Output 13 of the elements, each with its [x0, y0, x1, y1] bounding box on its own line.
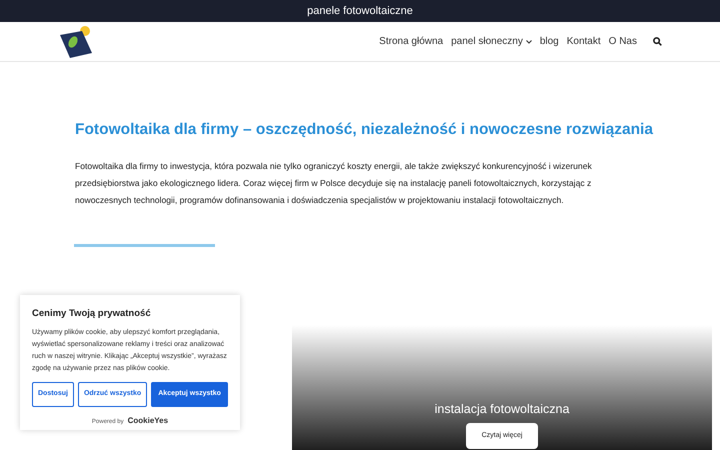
nav-link[interactable]: O Nas — [608, 34, 637, 49]
article-heading: Fotowoltaika dla firmy – oszczędność, niezależność i nowoczesne rozwiązania — [75, 121, 653, 140]
article-paragraph: Fotowoltaika dla firmy to inwestycja, która pozwala nie tylko ograniczyć koszty energii, ale także zwiększyć konkurencyjność i wizerunek przedsiębiorstwa jako ekologicznego lidera. Coraz więcej firm w Polsce decyduje się na instalację paneli fotowoltaicznych, korzystając z nowoczesnych technologii, programów dofinansowania i doświadczenia specjalistów w projektowaniu instalacji fotowoltaicznych. — [75, 160, 593, 207]
post-title[interactable]: instalacja fotowoltaiczna — [434, 400, 570, 418]
site-title: panele fotowoltaiczne — [307, 4, 413, 19]
search-icon[interactable] — [653, 37, 662, 46]
nav-link[interactable]: Kontakt — [566, 34, 601, 49]
logo-icon[interactable] — [58, 24, 94, 58]
cookie-title: Cenimy Twoją prywatność — [32, 307, 152, 321]
brand-logo[interactable]: CookieYes — [128, 414, 168, 427]
nav-link[interactable]: blog — [540, 34, 559, 49]
nav-link[interactable]: Strona główna — [379, 34, 444, 49]
nav-link[interactable]: panel słoneczny — [451, 34, 532, 49]
